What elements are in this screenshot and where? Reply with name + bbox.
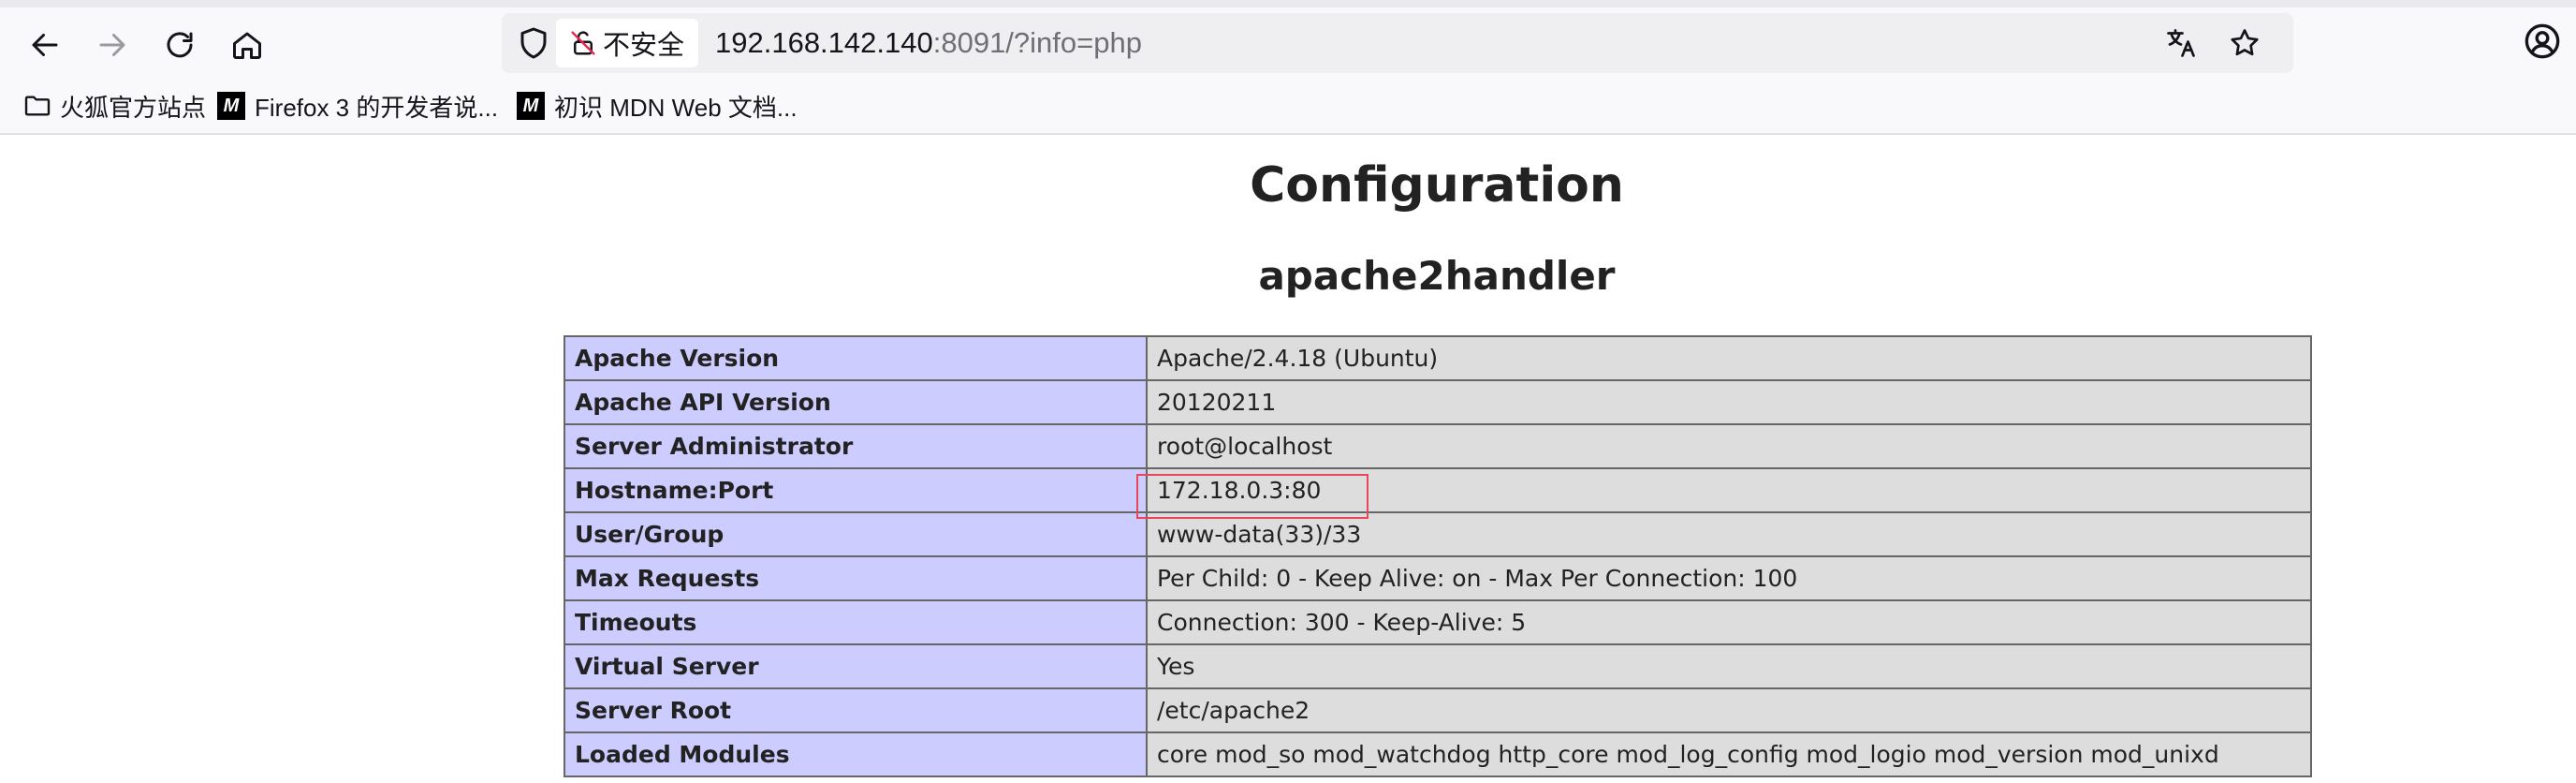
config-key: Timeouts <box>564 599 1148 645</box>
url-text[interactable]: 192.168.142.140:8091/?info=php <box>715 13 1142 73</box>
reload-button[interactable] <box>154 19 206 71</box>
star-icon <box>2231 29 2259 56</box>
arrow-right-icon <box>99 34 125 56</box>
translate-icon <box>2167 29 2195 57</box>
section-title: apache2handler <box>1258 253 1616 299</box>
bookmark-star-button[interactable] <box>2226 24 2263 62</box>
table-row: Max Requests Per Child: 0 - Keep Alive: o… <box>564 555 2312 601</box>
config-value: www-data(33)/33 <box>1146 511 2312 557</box>
security-label: 不安全 <box>603 31 685 61</box>
config-value: /etc/apache2 <box>1146 687 2312 733</box>
config-key: Virtual Server <box>564 643 1148 689</box>
table-row: User/Group www-data(33)/33 <box>564 511 2312 557</box>
table-row: Timeouts Connection: 300 - Keep-Alive: 5 <box>564 599 2312 645</box>
table-row: Hostname:Port 172.18.0.3:80 <box>564 467 2312 513</box>
bookmark-firefox3-dev[interactable]: M Firefox 3 的开发者说... <box>217 84 498 127</box>
hostname-highlight-box <box>1136 474 1368 519</box>
table-row: Apache API Version 20120211 <box>564 379 2312 425</box>
table-row: Server Root/etc/apache2 <box>564 687 2312 733</box>
bookmark-label: 火狐官方站点 <box>60 93 207 122</box>
url-path: :8091/?info=php <box>932 26 1142 59</box>
url-host: 192.168.142.140 <box>715 26 933 59</box>
tab-strip-edge <box>0 0 2576 7</box>
table-row: Virtual Server Yes <box>564 643 2312 689</box>
config-key: User/Group <box>564 511 1148 557</box>
page-title: Configuration <box>1250 157 1624 214</box>
translate-button[interactable] <box>2162 24 2200 62</box>
address-bar[interactable]: 不安全 192.168.142.140:8091/?info=php <box>502 13 2293 73</box>
config-key: Max Requests <box>564 555 1148 601</box>
config-value: Yes <box>1146 643 2312 689</box>
config-value: core mod_so mod_watchdog http_core mod_l… <box>1146 731 2312 777</box>
config-value: Connection: 300 - Keep-Alive: 5 <box>1146 599 2312 645</box>
bookmarks-toolbar: 火狐官方站点 M Firefox 3 的开发者说... M 初识 MDN Web… <box>0 84 2576 127</box>
config-key: Server Administrator <box>564 423 1148 469</box>
config-value: root@localhost <box>1146 423 2312 469</box>
bookmark-label: Firefox 3 的开发者说... <box>255 93 499 122</box>
bookmark-firefox-official[interactable]: 火狐官方站点 <box>22 84 206 127</box>
config-value: Per Child: 0 - Keep Alive: on - Max Per … <box>1146 555 2312 601</box>
shield-icon[interactable] <box>517 26 550 60</box>
insecure-lock-icon <box>571 31 595 55</box>
bookmark-label: 初识 MDN Web 文档... <box>554 93 798 122</box>
bookmark-mdn-intro[interactable]: M 初识 MDN Web 文档... <box>517 84 798 127</box>
home-button[interactable] <box>221 19 273 71</box>
config-key: Server Root <box>564 687 1148 733</box>
arrow-left-icon <box>32 34 58 56</box>
apache-config-table: Apache Version Apache/2.4.18 (Ubuntu) Apa… <box>564 335 2312 777</box>
table-row: Apache Version Apache/2.4.18 (Ubuntu) <box>564 335 2312 381</box>
account-icon[interactable] <box>2524 22 2561 60</box>
config-value: 20120211 <box>1146 379 2312 425</box>
config-key: Apache API Version <box>564 379 1148 425</box>
config-key: Hostname:Port <box>564 467 1148 513</box>
reload-icon <box>167 32 193 58</box>
home-icon <box>233 32 261 59</box>
connection-not-secure-badge[interactable]: 不安全 <box>556 19 698 67</box>
mdn-icon: M <box>217 92 245 120</box>
browser-chrome: 不安全 192.168.142.140:8091/?info=php 火狐官方站… <box>0 0 2576 135</box>
mdn-icon: M <box>517 92 545 120</box>
table-row: Loaded Modules core mod_so mod_watchdog h… <box>564 731 2312 777</box>
forward-button[interactable] <box>86 19 139 71</box>
config-value: Apache/2.4.18 (Ubuntu) <box>1146 335 2312 381</box>
config-key: Loaded Modules <box>564 731 1148 777</box>
table-row: Server Administrator root@localhost <box>564 423 2312 469</box>
config-key: Apache Version <box>564 335 1148 381</box>
folder-icon <box>24 96 51 116</box>
back-button[interactable] <box>19 19 71 71</box>
